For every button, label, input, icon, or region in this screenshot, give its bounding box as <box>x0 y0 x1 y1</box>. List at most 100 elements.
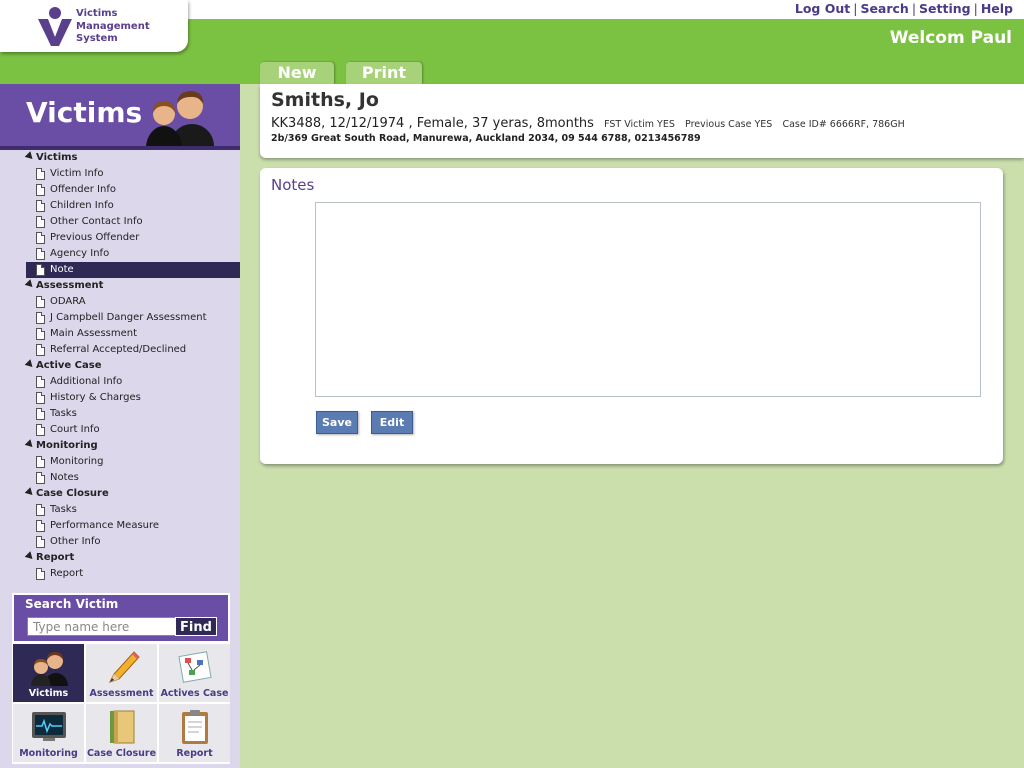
nav-item-monitoring[interactable]: Monitoring <box>26 454 240 470</box>
nav-section-case-closure[interactable]: Case Closure <box>24 486 109 502</box>
shortcut-label: Report <box>176 748 213 759</box>
find-button[interactable]: Find <box>175 617 217 636</box>
search-link[interactable]: Search <box>860 1 908 16</box>
nav-item-label: Main Assessment <box>50 328 138 339</box>
nav-item-tasks[interactable]: Tasks <box>26 406 240 422</box>
setting-link[interactable]: Setting <box>919 1 971 16</box>
shortcut-assessment[interactable]: Assessment <box>86 644 157 702</box>
shortcut-victims[interactable]: Victims <box>13 644 84 702</box>
nav-item-label: Note <box>50 264 74 275</box>
document-icon <box>36 264 45 276</box>
top-links: Log Out | Search | Setting | Help <box>795 1 1013 16</box>
people-icon <box>146 91 214 146</box>
nav-item-odara[interactable]: ODARA <box>26 294 240 310</box>
folder-icon <box>110 710 135 744</box>
shortcut-report[interactable]: Report <box>159 704 230 762</box>
shortcut-monitoring[interactable]: Monitoring <box>13 704 84 762</box>
document-icon <box>36 200 45 212</box>
nav-item-court-info[interactable]: Court Info <box>26 422 240 438</box>
victim-summary-panel: Smiths, Jo KK3488, 12/12/1974 , Female, … <box>260 84 1024 158</box>
nav-item-other-info[interactable]: Other Info <box>26 534 240 550</box>
nav-item-note[interactable]: Note <box>26 262 240 278</box>
victim-address: 2b/369 Great South Road, Manurewa, Auckl… <box>271 133 701 144</box>
search-input[interactable] <box>27 617 177 636</box>
logo-v-icon <box>38 7 72 46</box>
nav-item-label: Offender Info <box>50 184 116 195</box>
shortcut-case-closure[interactable]: Case Closure <box>86 704 157 762</box>
document-icon <box>36 472 45 484</box>
notes-panel: Notes Save Edit <box>260 168 1003 464</box>
expand-triangle-icon <box>24 487 36 498</box>
shortcut-label: Assessment <box>89 688 154 699</box>
nav-item-label: Victim Info <box>50 168 104 179</box>
nav-section-label: Assessment <box>36 280 104 291</box>
nav-item-victim-info[interactable]: Victim Info <box>26 166 240 182</box>
nav-item-label: Agency Info <box>50 248 110 259</box>
nav-item-agency-info[interactable]: Agency Info <box>26 246 240 262</box>
nav-item-referral-accepted-declined[interactable]: Referral Accepted/Declined <box>26 342 240 358</box>
previous-case-status: Previous Case YES <box>685 119 773 130</box>
nav-item-previous-offender[interactable]: Previous Offender <box>26 230 240 246</box>
expand-triangle-icon <box>24 359 36 370</box>
document-icon <box>36 504 45 516</box>
nav-item-label: Other Info <box>50 536 101 547</box>
nav-item-history-charges[interactable]: History & Charges <box>26 390 240 406</box>
document-icon <box>36 392 45 404</box>
shortcut-actives-case[interactable]: Actives Case <box>159 644 230 702</box>
document-icon <box>36 312 45 324</box>
tab-new[interactable]: New <box>260 62 334 84</box>
nav-item-closure-tasks[interactable]: Tasks <box>26 502 240 518</box>
logo-text: Victims Management System <box>76 8 150 46</box>
nav-item-j-campbell-danger-assessment[interactable]: J Campbell Danger Assessment <box>26 310 240 326</box>
document-icon <box>36 376 45 388</box>
nav-section-assessment[interactable]: Assessment <box>24 278 104 294</box>
search-victim-panel: Search Victim Find <box>12 593 230 643</box>
tab-print[interactable]: Print <box>346 62 422 84</box>
separator: | <box>911 1 917 16</box>
document-icon <box>36 296 45 308</box>
nav-item-children-info[interactable]: Children Info <box>26 198 240 214</box>
nav-item-additional-info[interactable]: Additional Info <box>26 374 240 390</box>
nav-item-label: Performance Measure <box>50 520 160 531</box>
nav-section-label: Report <box>36 552 75 563</box>
edit-button[interactable]: Edit <box>371 411 413 434</box>
document-icon <box>36 568 45 580</box>
nav-item-label: Previous Offender <box>50 232 140 243</box>
shortcut-label: Case Closure <box>86 748 157 759</box>
nav-section-monitoring[interactable]: Monitoring <box>24 438 98 454</box>
document-icon <box>36 248 45 260</box>
victim-details: KK3488, 12/12/1974 , Female, 37 yeras, 8… <box>271 116 905 131</box>
sidebar-header: Victims <box>0 84 240 146</box>
nav-section-report[interactable]: Report <box>24 550 75 566</box>
shortcut-grid: Victims Assessment Actives Case Monitori… <box>12 643 230 764</box>
document-icon <box>36 216 45 228</box>
pencil-icon <box>109 651 140 683</box>
document-icon <box>36 408 45 420</box>
nav-item-label: Children Info <box>50 200 114 211</box>
nav-item-label: Additional Info <box>50 376 123 387</box>
notes-textarea[interactable] <box>315 202 981 397</box>
nav-item-label: Referral Accepted/Declined <box>50 344 187 355</box>
nav-section-active-case[interactable]: Active Case <box>24 358 101 374</box>
help-link[interactable]: Help <box>981 1 1013 16</box>
save-button[interactable]: Save <box>316 411 358 434</box>
welcome-text: Welcom Paul <box>889 28 1012 48</box>
nav-item-label: Report <box>50 568 84 579</box>
sidebar: Victims Victims Victim Info Offender Inf… <box>0 84 240 768</box>
logout-link[interactable]: Log Out <box>795 1 850 16</box>
logo-line: System <box>76 33 118 44</box>
nav-section-victims[interactable]: Victims <box>24 150 78 166</box>
nav-item-notes[interactable]: Notes <box>26 470 240 486</box>
clipboard-icon <box>182 710 208 744</box>
monitor-icon <box>32 712 66 741</box>
nav-item-report[interactable]: Report <box>26 566 240 582</box>
nav-item-other-contact-info[interactable]: Other Contact Info <box>26 214 240 230</box>
app-logo[interactable]: Victims Management System <box>0 0 188 52</box>
document-icon <box>36 536 45 548</box>
expand-triangle-icon <box>24 439 36 450</box>
nav-item-main-assessment[interactable]: Main Assessment <box>26 326 240 342</box>
document-icon <box>36 184 45 196</box>
nav-item-offender-info[interactable]: Offender Info <box>26 182 240 198</box>
sidebar-title: Victims <box>26 96 143 129</box>
nav-item-performance-measure[interactable]: Performance Measure <box>26 518 240 534</box>
